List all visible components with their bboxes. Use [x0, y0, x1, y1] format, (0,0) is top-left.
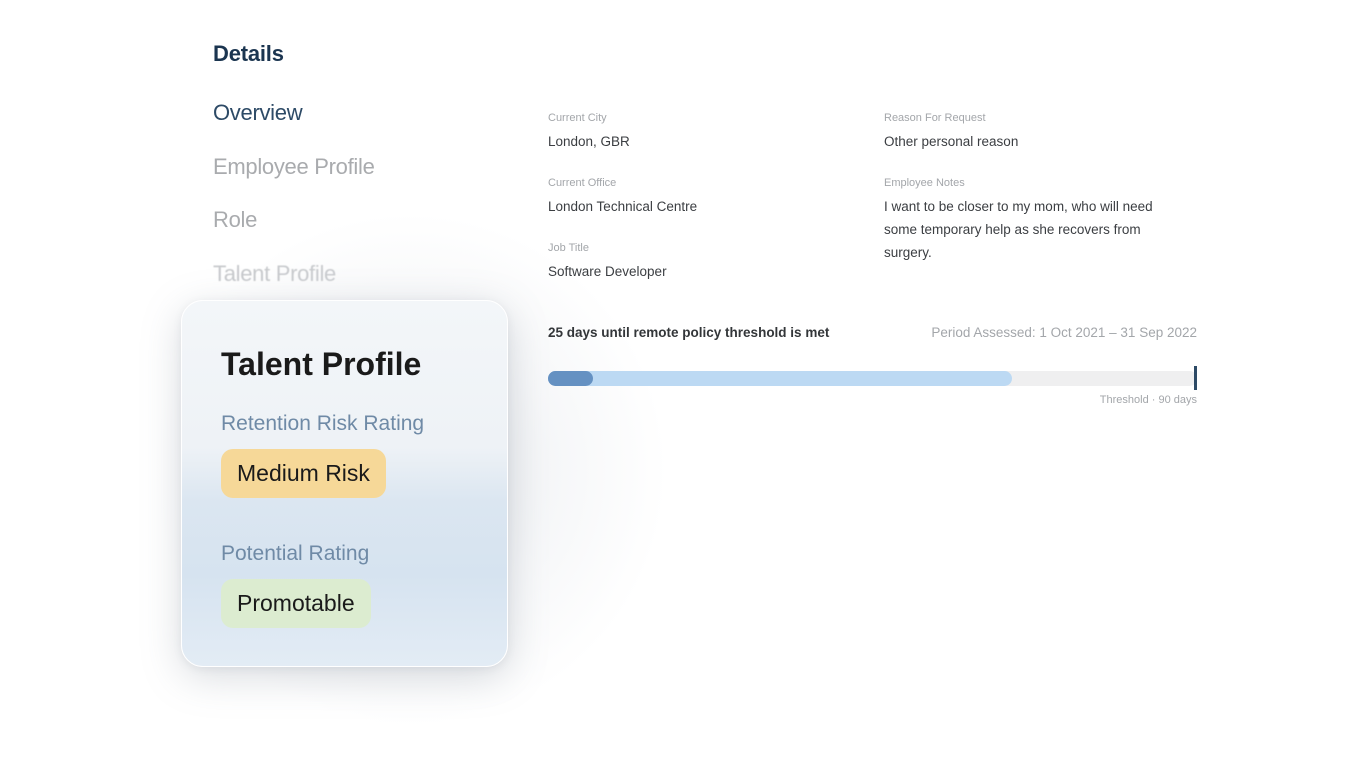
- job-title-label: Job Title: [548, 242, 589, 254]
- talent-profile-card: Talent Profile Retention Risk Rating Med…: [181, 300, 508, 667]
- current-office-value: London Technical Centre: [548, 199, 698, 214]
- threshold-marker: [1194, 366, 1197, 390]
- period-assessed: Period Assessed: 1 Oct 2021 – 31 Sep 202…: [931, 325, 1197, 340]
- current-city-label: Current City: [548, 112, 607, 124]
- nav-item-employee-profile[interactable]: Employee Profile: [213, 154, 375, 180]
- reason-value: Other personal reason: [884, 134, 1019, 149]
- reason-label: Reason For Request: [884, 112, 986, 124]
- employee-notes-value: I want to be closer to my mom, who will …: [884, 199, 1153, 260]
- threshold-progress-bar: [548, 371, 1197, 386]
- card-title: Talent Profile: [221, 346, 422, 382]
- nav-item-talent-profile[interactable]: Talent Profile: [213, 261, 336, 287]
- current-office-label: Current Office: [548, 177, 617, 189]
- potential-rating-badge: Promotable: [221, 579, 371, 628]
- threshold-caption: Threshold · 90 days: [1099, 394, 1197, 406]
- retention-risk-badge: Medium Risk: [221, 449, 386, 498]
- progress-fill-primary: [548, 371, 593, 386]
- retention-risk-label: Retention Risk Rating: [221, 412, 425, 435]
- nav-item-overview[interactable]: Overview: [213, 100, 303, 126]
- progress-fill-secondary: [548, 371, 1012, 386]
- current-city-value: London, GBR: [548, 134, 630, 149]
- details-heading: Details: [213, 41, 284, 66]
- details-page: Details Overview Employee Profile Role T…: [0, 0, 1366, 776]
- employee-notes-label: Employee Notes: [884, 177, 965, 189]
- threshold-title: 25 days until remote policy threshold is…: [548, 325, 830, 340]
- job-title-value: Software Developer: [548, 264, 667, 279]
- nav-item-role[interactable]: Role: [213, 207, 257, 233]
- potential-rating-label: Potential Rating: [221, 542, 370, 565]
